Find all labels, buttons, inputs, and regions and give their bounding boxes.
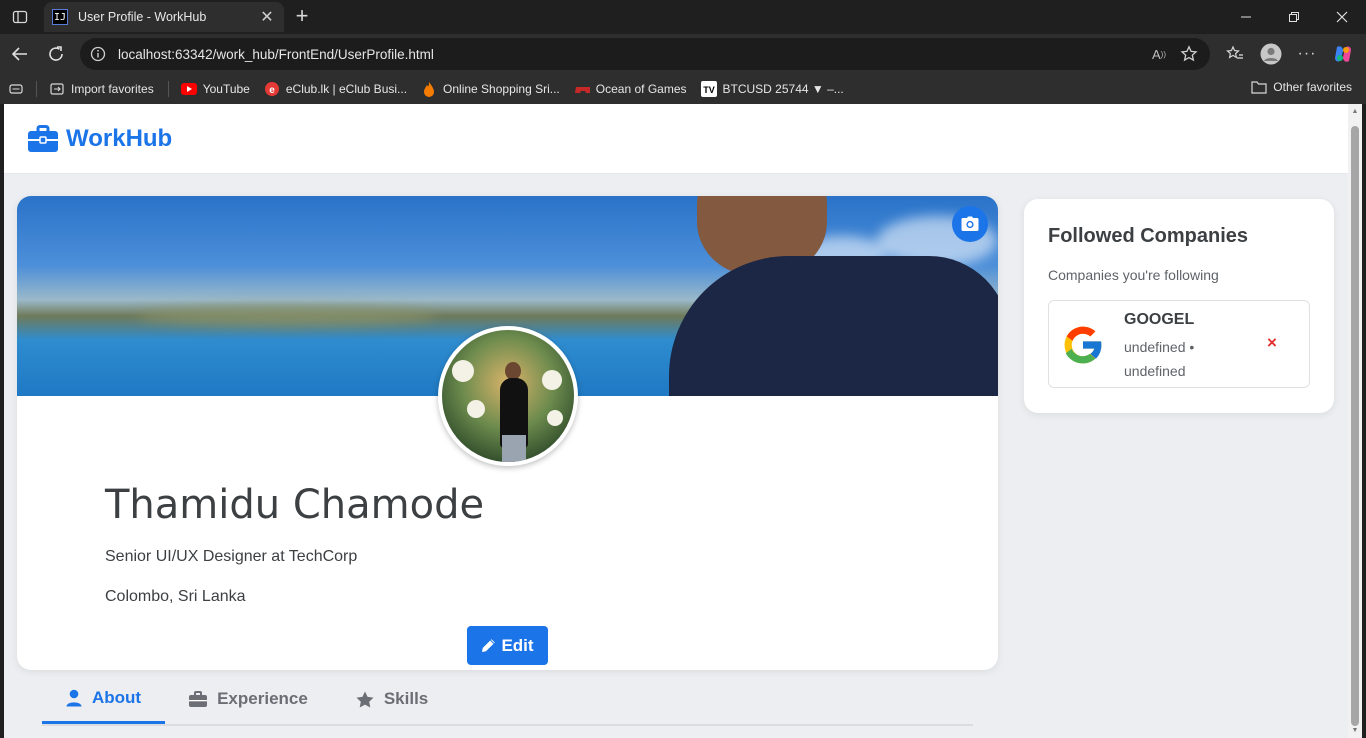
site-logo[interactable]: WorkHub xyxy=(66,125,172,153)
camera-icon xyxy=(961,216,979,231)
shopping-icon xyxy=(421,81,437,97)
unfollow-close-icon[interactable]: × xyxy=(1267,333,1277,353)
close-window-icon[interactable] xyxy=(1318,0,1366,34)
bookmark-ocean-of-games[interactable]: Ocean of Games xyxy=(574,81,687,97)
star-icon xyxy=(356,691,374,708)
google-logo-icon xyxy=(1064,326,1103,364)
bookmark-label: Ocean of Games xyxy=(595,82,687,96)
cover-shoreline xyxy=(137,306,437,326)
browser-tab[interactable]: IJ User Profile - WorkHub ✕ xyxy=(44,2,284,32)
import-icon xyxy=(49,81,65,97)
followed-companies-subtitle: Companies you're following xyxy=(1048,267,1219,283)
restore-icon[interactable] xyxy=(1270,0,1318,34)
bookmark-youtube[interactable]: YouTube xyxy=(180,81,250,97)
other-favorites-label: Other favorites xyxy=(1273,80,1352,94)
profile-location: Colombo, Sri Lanka xyxy=(105,588,246,605)
tab-skills[interactable]: Skills xyxy=(332,674,452,724)
briefcase-icon xyxy=(189,691,208,707)
favorite-star-icon[interactable] xyxy=(1178,43,1200,65)
briefcase-logo-icon xyxy=(28,124,58,152)
bookmark-label: BTCUSD 25744 ▼ –... xyxy=(722,82,844,96)
followed-companies-title: Followed Companies xyxy=(1048,225,1249,247)
svg-text:TV: TV xyxy=(703,85,715,95)
bookmark-separator xyxy=(167,81,169,97)
tab-experience[interactable]: Experience xyxy=(165,674,332,724)
window-controls xyxy=(1222,0,1366,34)
bookmark-btcusd[interactable]: TV BTCUSD 25744 ▼ –... xyxy=(700,81,844,97)
tab-label: About xyxy=(92,687,142,707)
tradingview-icon: TV xyxy=(700,81,717,97)
intellij-favicon-icon: IJ xyxy=(52,9,68,25)
pencil-icon xyxy=(482,639,496,652)
bookmark-label: YouTube xyxy=(202,82,250,96)
folder-icon xyxy=(1251,81,1267,94)
tab-about[interactable]: About xyxy=(42,674,166,724)
edit-button-label: Edit xyxy=(501,635,534,655)
avatar-flower xyxy=(542,370,562,390)
sidebar-toggle-icon[interactable] xyxy=(8,5,32,29)
bookmark-eclub[interactable]: e eClub.lk | eClub Busi... xyxy=(264,81,407,97)
bookmark-separator xyxy=(36,81,37,97)
bookmark-label: Import favorites xyxy=(71,82,154,96)
browser-tabstrip: IJ User Profile - WorkHub ✕ + xyxy=(0,0,1366,34)
page-viewport: WorkHub Thamidu Chamode Senior UI/UX Des… xyxy=(4,104,1348,738)
company-meta: undefined • undefined xyxy=(1124,339,1195,379)
browser-toolbar: localhost:63342/work_hub/FrontEnd/UserPr… xyxy=(0,34,1366,74)
close-tab-icon[interactable]: ✕ xyxy=(258,7,276,27)
avatar-flower xyxy=(452,360,474,382)
other-favorites[interactable]: Other favorites xyxy=(1251,80,1352,94)
scrollbar-thumb[interactable] xyxy=(1351,126,1359,726)
minimize-icon[interactable] xyxy=(1222,0,1270,34)
favorites-icon[interactable] xyxy=(1220,40,1250,68)
tab-label: Skills xyxy=(383,689,429,708)
profile-name: Thamidu Chamode xyxy=(105,482,485,528)
eclub-icon: e xyxy=(264,81,280,97)
profile-avatar[interactable] xyxy=(438,326,578,466)
new-tab-icon[interactable]: + xyxy=(290,5,314,27)
profile-tabs: About Experience Skills xyxy=(42,674,973,726)
svg-text:e: e xyxy=(269,85,275,96)
address-bar[interactable]: localhost:63342/work_hub/FrontEnd/UserPr… xyxy=(80,38,1210,70)
company-item[interactable]: GOOGEL undefined • undefined × xyxy=(1048,300,1310,388)
scroll-down-arrow-icon[interactable]: ▼ xyxy=(1351,727,1359,734)
bookmarks-bar: Import favorites YouTube e eClub.lk | eC… xyxy=(0,74,1366,104)
avatar-legs xyxy=(502,435,526,462)
avatar-flower xyxy=(467,400,485,418)
bookmark-label: eClub.lk | eClub Busi... xyxy=(285,82,408,96)
bookmark-online-shopping[interactable]: Online Shopping Sri... xyxy=(421,81,560,97)
bookmark-import-favorites[interactable]: Import favorites xyxy=(49,81,154,97)
site-info-icon[interactable] xyxy=(90,46,106,62)
more-menu-icon[interactable]: ··· xyxy=(1292,40,1322,68)
company-name[interactable]: GOOGEL xyxy=(1124,311,1194,329)
bookmark-label: Online Shopping Sri... xyxy=(443,82,560,96)
url-text[interactable]: localhost:63342/work_hub/FrontEnd/UserPr… xyxy=(118,47,1140,62)
profile-avatar-icon[interactable] xyxy=(1256,40,1286,68)
refresh-icon[interactable] xyxy=(44,42,68,66)
games-icon xyxy=(574,81,590,97)
edit-profile-button[interactable]: Edit xyxy=(467,626,548,665)
bookmarks-menu-icon[interactable] xyxy=(8,81,24,97)
copilot-icon[interactable] xyxy=(1328,40,1358,68)
tab-label: Experience xyxy=(217,689,308,708)
profile-job-title: Senior UI/UX Designer at TechCorp xyxy=(105,548,358,565)
scroll-up-arrow-icon[interactable]: ▲ xyxy=(1351,108,1359,115)
back-icon[interactable] xyxy=(8,42,32,66)
read-aloud-icon[interactable]: A)) xyxy=(1148,43,1170,65)
change-cover-button[interactable] xyxy=(952,206,988,242)
toolbar-actions: ··· xyxy=(1220,40,1358,68)
profile-card: Thamidu Chamode Senior UI/UX Designer at… xyxy=(17,196,998,670)
avatar-flower xyxy=(547,410,563,426)
youtube-icon xyxy=(180,81,197,97)
tab-title: User Profile - WorkHub xyxy=(78,10,207,24)
cover-shirt xyxy=(669,256,998,396)
site-header: WorkHub xyxy=(4,104,1348,174)
user-icon xyxy=(66,689,82,707)
page-scrollbar[interactable]: ▲ ▼ xyxy=(1348,104,1362,738)
followed-companies-card: Followed Companies Companies you're foll… xyxy=(1024,199,1334,413)
